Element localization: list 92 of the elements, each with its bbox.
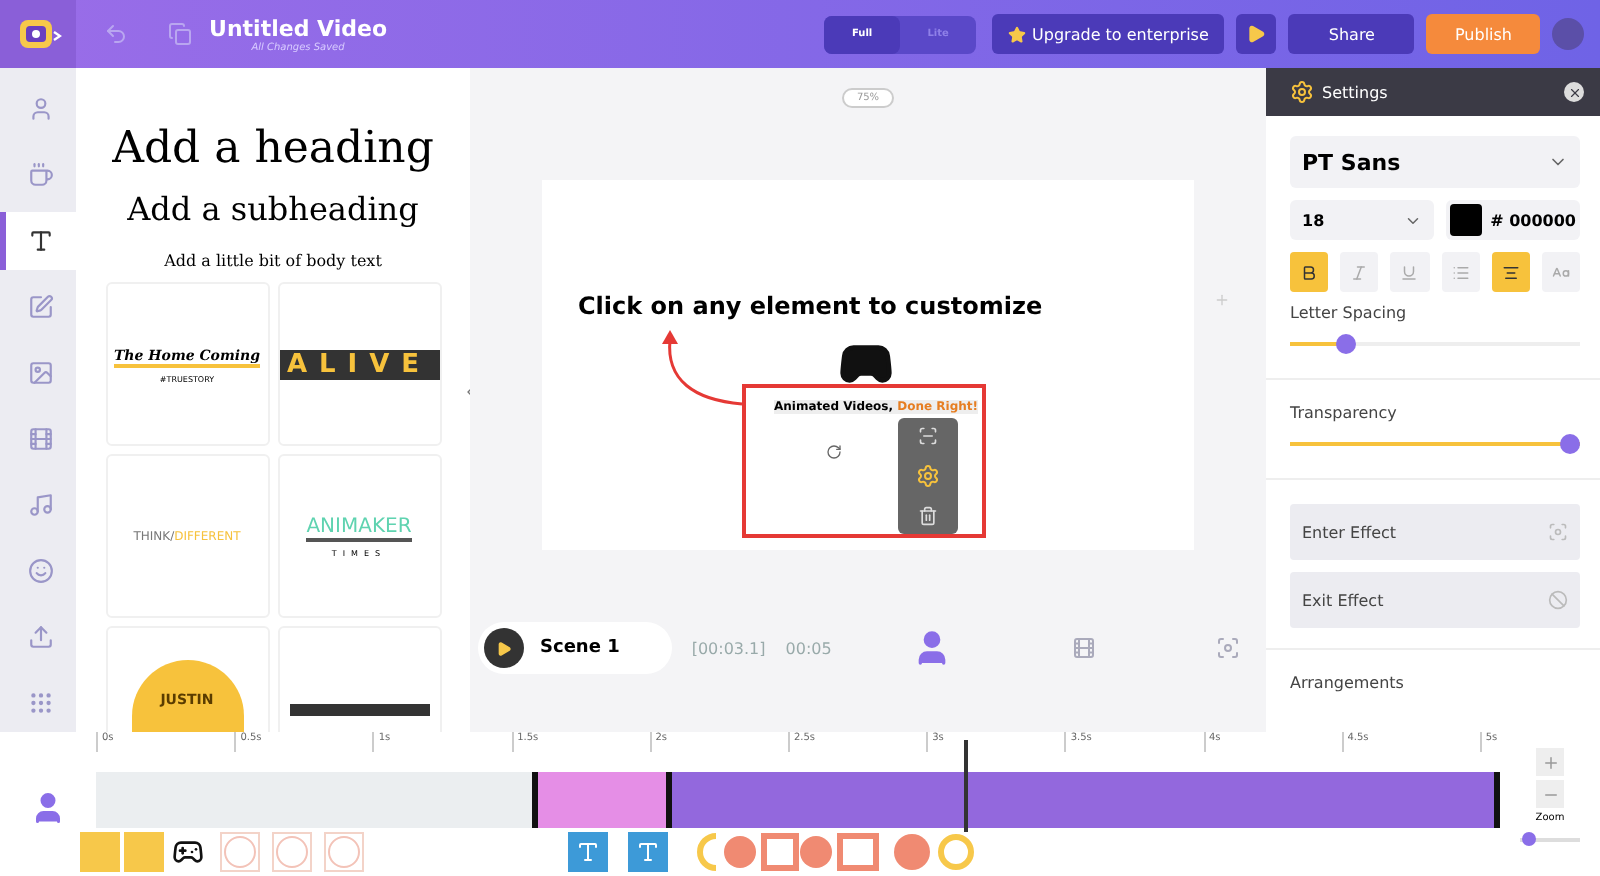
person-icon[interactable] bbox=[30, 790, 66, 826]
settings-icon[interactable] bbox=[916, 463, 940, 488]
settings-icon bbox=[1290, 80, 1314, 104]
effect-button[interactable]: Exit Effect bbox=[1290, 572, 1580, 628]
clip-thumbnail[interactable] bbox=[324, 832, 364, 872]
rail-tab[interactable] bbox=[0, 212, 76, 270]
plus-icon bbox=[1541, 753, 1559, 771]
italic-icon bbox=[1350, 263, 1369, 281]
italic-button[interactable] bbox=[1340, 252, 1379, 292]
underline-icon bbox=[1400, 263, 1419, 281]
clip-thumbnail[interactable] bbox=[936, 832, 976, 872]
robot-logo-icon bbox=[14, 14, 62, 54]
effect-button[interactable]: Enter Effect bbox=[1290, 504, 1580, 560]
focus-icon[interactable] bbox=[1215, 636, 1240, 660]
copy-icon[interactable] bbox=[168, 22, 192, 46]
slider-label: Transparency bbox=[1290, 404, 1399, 422]
close-icon bbox=[1567, 85, 1581, 99]
list-button[interactable] bbox=[1441, 252, 1480, 292]
case-icon bbox=[1551, 263, 1570, 281]
body-text-option[interactable]: Add a little bit of body text bbox=[164, 252, 382, 270]
user-avatar[interactable] bbox=[1552, 18, 1584, 50]
upload-icon bbox=[28, 624, 54, 650]
scene-name: Scene 1 bbox=[540, 638, 620, 658]
close-button[interactable] bbox=[1564, 82, 1584, 102]
zoom-slider[interactable] bbox=[1520, 832, 1580, 846]
bold-icon bbox=[1300, 263, 1319, 281]
current-time: [00:03.1] bbox=[691, 639, 766, 657]
upgrade-button[interactable]: Upgrade to enterprise bbox=[992, 14, 1225, 54]
text-template[interactable]: ALIVE bbox=[277, 282, 441, 446]
add-icon[interactable] bbox=[1214, 292, 1230, 308]
color-field[interactable]: # 000000 bbox=[1446, 200, 1580, 240]
play-icon bbox=[496, 639, 512, 657]
delete-icon[interactable] bbox=[918, 505, 938, 526]
zoom-in-button[interactable] bbox=[1536, 748, 1564, 776]
instruction-text: Click on any element to customize bbox=[578, 292, 1043, 320]
swap-icon[interactable] bbox=[918, 426, 938, 447]
template-title: ANIMAKER bbox=[306, 515, 412, 541]
slider-thumb[interactable] bbox=[1560, 434, 1580, 454]
clip-thumbnail[interactable] bbox=[124, 832, 164, 872]
app-logo[interactable] bbox=[0, 0, 76, 68]
cup-icon bbox=[28, 162, 54, 188]
bold-button[interactable] bbox=[1290, 252, 1329, 292]
subheading-option[interactable]: Add a subheading bbox=[127, 190, 419, 228]
text-thumbnail[interactable] bbox=[628, 832, 668, 872]
text-icon bbox=[576, 840, 600, 864]
preview-button[interactable] bbox=[1236, 14, 1277, 54]
slider-label: Letter Spacing bbox=[1290, 304, 1409, 322]
duration: 00:05 bbox=[785, 639, 832, 657]
focus-icon bbox=[1548, 522, 1568, 542]
textbox-icon bbox=[28, 294, 54, 320]
share-button[interactable]: Share bbox=[1288, 14, 1415, 54]
underline-button[interactable] bbox=[1390, 252, 1430, 292]
zoom-out-button[interactable] bbox=[1536, 780, 1564, 808]
panel-title: Settings bbox=[1322, 83, 1390, 101]
loading-icon bbox=[826, 444, 842, 460]
ban-icon bbox=[1548, 590, 1568, 610]
gamepad-icon bbox=[172, 836, 204, 868]
slider-thumb[interactable] bbox=[1522, 832, 1537, 846]
undo-icon[interactable] bbox=[104, 22, 128, 46]
clip-thumbnail[interactable] bbox=[892, 832, 932, 872]
film-icon[interactable] bbox=[1071, 636, 1096, 660]
strike-button[interactable] bbox=[1491, 252, 1530, 292]
play-icon bbox=[1246, 24, 1267, 44]
section-title: Arrangements bbox=[1290, 674, 1406, 692]
clip-thumbnail[interactable] bbox=[80, 832, 120, 872]
sticker-icon bbox=[28, 558, 54, 584]
playhead[interactable] bbox=[964, 740, 969, 832]
clip-block[interactable] bbox=[531, 772, 672, 828]
template-title: ALIVE bbox=[279, 349, 439, 379]
case-button[interactable] bbox=[1541, 252, 1581, 292]
color-code: # 000000 bbox=[1490, 211, 1576, 229]
heading-option[interactable]: Add a heading bbox=[112, 124, 434, 174]
text-icon bbox=[636, 840, 660, 864]
text-thumbnail[interactable] bbox=[568, 832, 608, 872]
text-icon bbox=[28, 228, 54, 254]
star-icon bbox=[1008, 25, 1027, 43]
music-icon bbox=[28, 492, 54, 518]
grid-icon bbox=[28, 690, 54, 716]
clip-thumbnail[interactable] bbox=[272, 832, 312, 872]
clip-thumbnail[interactable] bbox=[220, 832, 260, 872]
video-icon bbox=[28, 426, 54, 452]
color-swatch[interactable] bbox=[1450, 204, 1483, 236]
slider-thumb[interactable] bbox=[1335, 334, 1356, 354]
play-button[interactable] bbox=[484, 628, 524, 668]
image-icon bbox=[28, 360, 54, 386]
font-select[interactable]: PT Sans bbox=[1290, 136, 1580, 188]
avatar-icon bbox=[28, 96, 54, 122]
video-title[interactable]: Untitled Video bbox=[209, 15, 387, 41]
size-select[interactable]: 18 bbox=[1290, 200, 1435, 240]
strike-icon bbox=[1501, 263, 1520, 281]
clip-block[interactable] bbox=[671, 772, 1500, 828]
list-icon bbox=[1451, 263, 1470, 281]
